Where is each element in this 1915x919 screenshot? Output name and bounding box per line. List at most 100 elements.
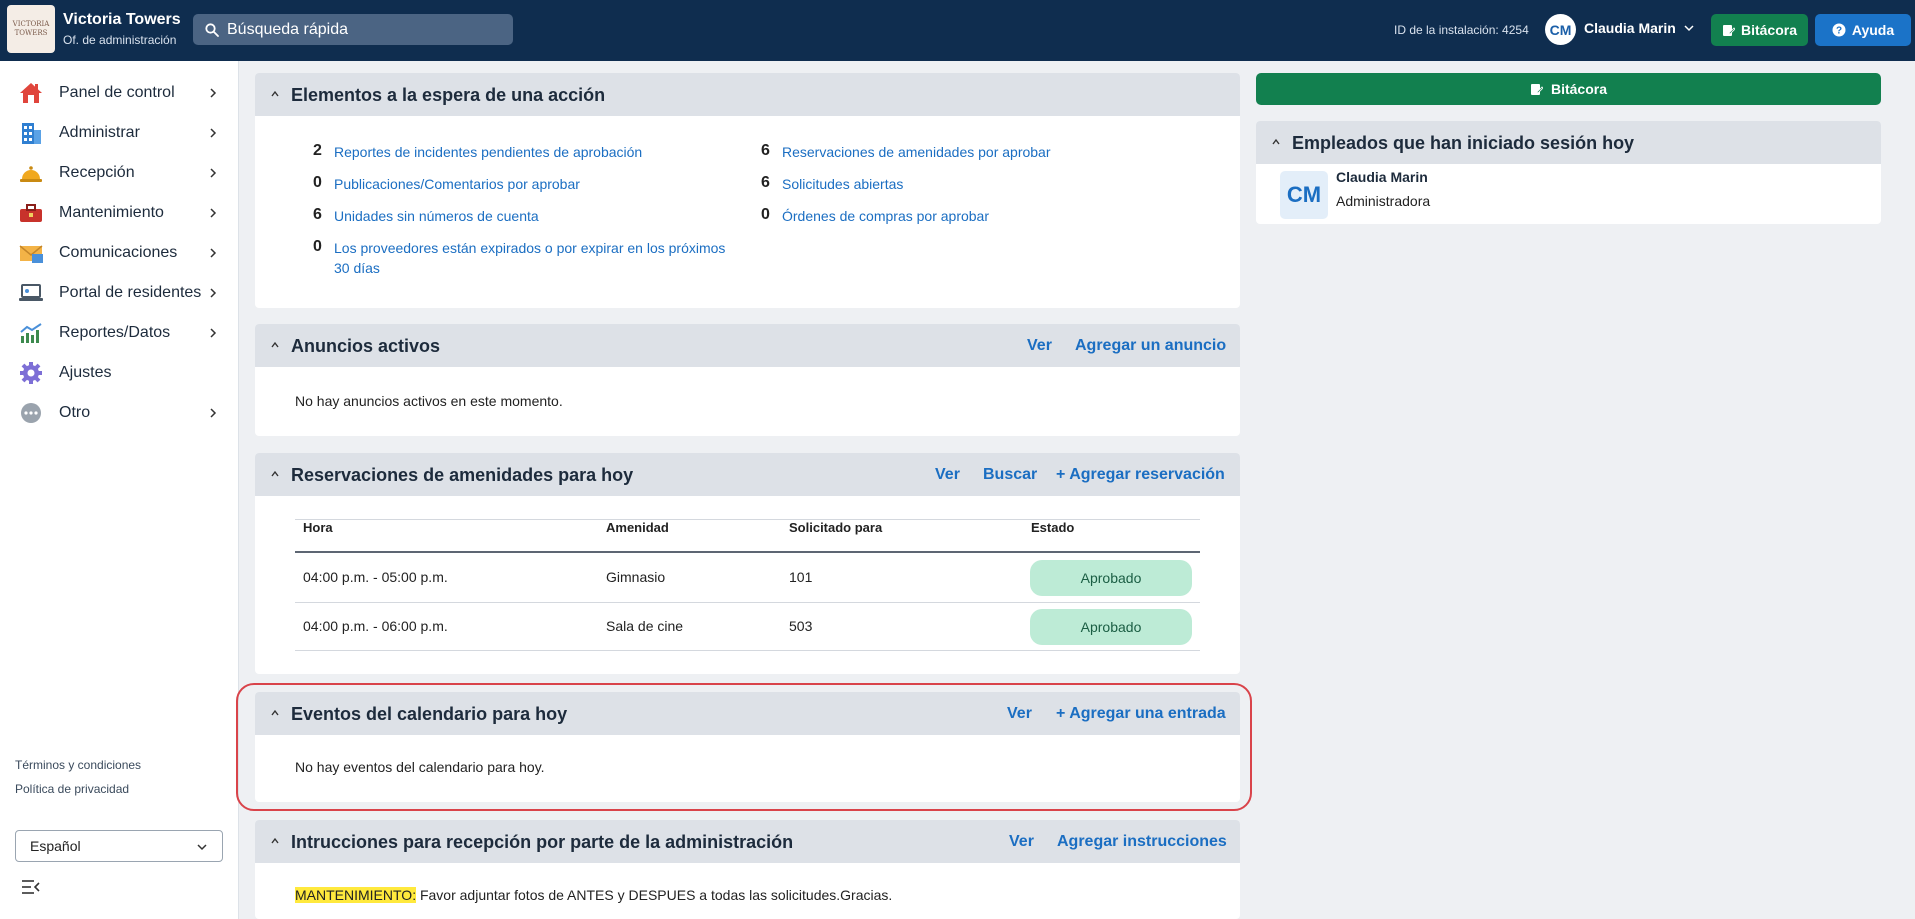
sidebar-item-ajustes[interactable]: Ajustes (0, 353, 239, 393)
terms-link[interactable]: Términos y condiciones (15, 758, 141, 772)
card-title: Eventos del calendario para hoy (291, 704, 568, 724)
chevron-up-icon[interactable] (270, 836, 280, 846)
pending-count: 6 (313, 206, 322, 223)
sidebar-item-portal-de-residentes[interactable]: Portal de residentes (0, 273, 239, 313)
add-calendar-entry-link[interactable]: + Agregar una entrada (1056, 705, 1226, 723)
card-header[interactable]: Empleados que han iniciado sesión hoy (1256, 121, 1881, 164)
chevron-down-icon[interactable] (1683, 22, 1695, 34)
add-reservation-link[interactable]: + Agregar reservación (1056, 466, 1225, 484)
expiring-vendors-link[interactable]: Los proveedores están expirados o por ex… (334, 238, 725, 258)
user-avatar[interactable]: CM (1545, 14, 1576, 45)
pending-posts-link[interactable]: Publicaciones/Comentarios por aprobar (334, 174, 580, 194)
quick-search[interactable] (193, 14, 513, 45)
user-menu-name[interactable]: Claudia Marin (1584, 20, 1676, 36)
chevron-up-icon[interactable] (270, 89, 280, 99)
chevron-right-icon (210, 168, 217, 178)
employee-name: Claudia Marin (1336, 169, 1428, 185)
sidebar-item-recepcion[interactable]: Recepción (0, 153, 239, 193)
question-circle-icon: ? (1832, 23, 1846, 37)
card-title: Reservaciones de amenidades para hoy (291, 465, 634, 485)
card-header[interactable]: Reservaciones de amenidades para hoy Ver… (255, 453, 1240, 496)
pending-actions-card: Elementos a la espera de una acción 2 Re… (255, 73, 1240, 308)
card-header[interactable]: Intrucciones para recepción por parte de… (255, 820, 1240, 863)
sidebar-item-reportes-datos[interactable]: Reportes/Datos (0, 313, 239, 353)
view-announcements-link[interactable]: Ver (1027, 337, 1052, 355)
reservations-card: Reservaciones de amenidades para hoy Ver… (255, 453, 1240, 674)
view-calendar-link[interactable]: Ver (1007, 705, 1032, 723)
sidebar-item-label: Administrar (59, 124, 140, 141)
table-cell-amenidad: Sala de cine (606, 618, 684, 634)
card-header[interactable]: Anuncios activos Ver Agregar un anuncio (255, 324, 1240, 367)
status-badge: Aprobado (1030, 609, 1192, 645)
sidebar-item-label: Recepción (59, 164, 135, 181)
privacy-link[interactable]: Política de privacidad (15, 782, 129, 796)
table-cell-amenidad: Gimnasio (606, 569, 666, 585)
chevron-right-icon (210, 208, 217, 218)
view-instructions-link[interactable]: Ver (1009, 833, 1034, 851)
pending-count: 0 (313, 238, 322, 255)
chevron-right-icon (210, 408, 217, 418)
add-announcement-link[interactable]: Agregar un anuncio (1075, 337, 1226, 355)
card-title: Intrucciones para recepción por parte de… (291, 832, 794, 852)
sidebar-item-mantenimiento[interactable]: Mantenimiento (0, 193, 239, 233)
sidebar-item-otro[interactable]: Otro (0, 393, 239, 433)
purchase-orders-link[interactable]: Órdenes de compras por aprobar (782, 206, 989, 226)
chevron-up-icon[interactable] (1271, 137, 1281, 147)
units-without-account-link[interactable]: Unidades sin números de cuenta (334, 206, 539, 226)
house-icon (20, 83, 42, 103)
language-select[interactable]: Español (15, 830, 223, 862)
chevron-up-icon[interactable] (270, 340, 280, 350)
table-cell-hora: 04:00 p.m. - 06:00 p.m. (303, 618, 448, 634)
chevron-down-icon (197, 844, 207, 851)
gear-icon (20, 362, 42, 384)
language-value: Español (30, 838, 81, 854)
property-logo[interactable]: VICTORIA TOWERS (7, 5, 55, 53)
status-badge: Aprobado (1030, 560, 1192, 596)
search-input[interactable] (227, 20, 507, 39)
sidebar-item-label: Ajustes (59, 364, 112, 381)
pending-count: 0 (313, 174, 322, 191)
card-header[interactable]: Elementos a la espera de una acción (255, 73, 1240, 116)
sidebar-item-label: Comunicaciones (59, 244, 178, 261)
chevron-up-icon[interactable] (270, 708, 280, 718)
column-header-hora: Hora (303, 520, 333, 535)
help-button[interactable]: ? Ayuda (1815, 14, 1911, 46)
installation-id: ID de la instalación: 4254 (1394, 23, 1529, 37)
sidebar-item-panel-de-control[interactable]: Panel de control (0, 73, 239, 113)
card-header[interactable]: Eventos del calendario para hoy Ver + Ag… (255, 692, 1240, 735)
logo-text: VICTORIA TOWERS (12, 20, 50, 37)
front-desk-instructions-card: Intrucciones para recepción por parte de… (255, 820, 1240, 919)
pending-count: 6 (761, 142, 770, 159)
add-instructions-link[interactable]: Agregar instrucciones (1057, 833, 1227, 851)
sidebar-item-label: Portal de residentes (59, 284, 202, 301)
envelope-icon (19, 245, 43, 263)
view-reservations-link[interactable]: Ver (935, 466, 960, 484)
service-bell-icon (20, 166, 42, 182)
pending-count: 0 (761, 206, 770, 223)
pending-incident-reports-link[interactable]: Reportes de incidentes pendientes de apr… (334, 142, 642, 162)
logbook-button[interactable]: Bitácora (1711, 14, 1808, 46)
search-reservations-link[interactable]: Buscar (983, 466, 1037, 484)
table-header-divider (295, 551, 1200, 553)
card-title: Anuncios activos (291, 336, 441, 356)
collapse-sidebar-icon[interactable] (21, 879, 41, 895)
table-cell-solicitado: 101 (789, 569, 813, 585)
logbook-button[interactable]: Bitácora (1256, 73, 1881, 105)
sidebar-item-administrar[interactable]: Administrar (0, 113, 239, 153)
open-requests-link[interactable]: Solicitudes abiertas (782, 174, 903, 194)
expiring-vendors-link-line2[interactable]: 30 días (334, 258, 380, 278)
table-cell-hora: 04:00 p.m. - 05:00 p.m. (303, 569, 448, 585)
instruction-text: MANTENIMIENTO: Favor adjuntar fotos de A… (295, 887, 892, 903)
sidebar-item-comunicaciones[interactable]: Comunicaciones (0, 233, 239, 273)
pending-reservations-link[interactable]: Reservaciones de amenidades por aprobar (782, 142, 1051, 162)
toolbox-icon (20, 204, 42, 222)
table-row-divider (295, 602, 1200, 603)
top-bar: VICTORIA TOWERS Victoria Towers Of. de a… (0, 0, 1915, 61)
svg-text:?: ? (1836, 26, 1842, 37)
card-title: Empleados que han iniciado sesión hoy (1292, 133, 1635, 153)
card-title: Elementos a la espera de una acción (291, 85, 606, 105)
chevron-right-icon (210, 328, 217, 338)
calendar-events-card: Eventos del calendario para hoy Ver + Ag… (255, 692, 1240, 802)
edit-note-icon (1722, 24, 1735, 36)
chevron-up-icon[interactable] (270, 469, 280, 479)
